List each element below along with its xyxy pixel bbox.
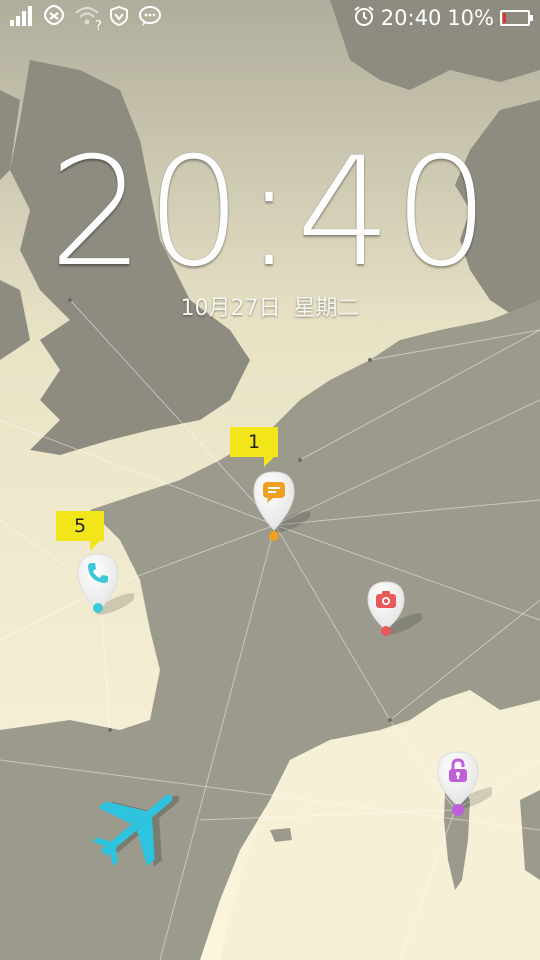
phone-badge: 5 xyxy=(56,511,104,551)
wifi-icon: ? xyxy=(74,5,102,34)
battery-icon xyxy=(500,10,533,26)
message-icon xyxy=(262,480,286,508)
lock-icon xyxy=(446,758,470,788)
lockscreen-date: 10月27日 星期二 xyxy=(180,296,360,321)
battery-percent: 10% xyxy=(447,6,494,30)
chat-icon xyxy=(138,5,162,31)
unlock-pin[interactable] xyxy=(432,750,497,830)
alarm-icon xyxy=(353,5,375,32)
shield-icon xyxy=(108,5,130,31)
unicom-icon xyxy=(42,4,66,31)
status-time: 20:40 xyxy=(380,6,442,30)
phone-icon xyxy=(86,561,110,589)
signal-icon xyxy=(10,6,34,30)
phone-pin[interactable] xyxy=(74,552,137,632)
camera-icon xyxy=(375,589,397,613)
wifi-hint-label: ? xyxy=(95,19,102,34)
camera-pin[interactable] xyxy=(362,580,425,660)
airplane-icon xyxy=(86,780,186,874)
lockscreen-clock: 20:40 xyxy=(48,126,492,300)
messages-pin[interactable] xyxy=(250,470,313,550)
messages-badge: 1 xyxy=(230,427,278,467)
status-bar: ? 20:40 10% xyxy=(0,0,540,36)
